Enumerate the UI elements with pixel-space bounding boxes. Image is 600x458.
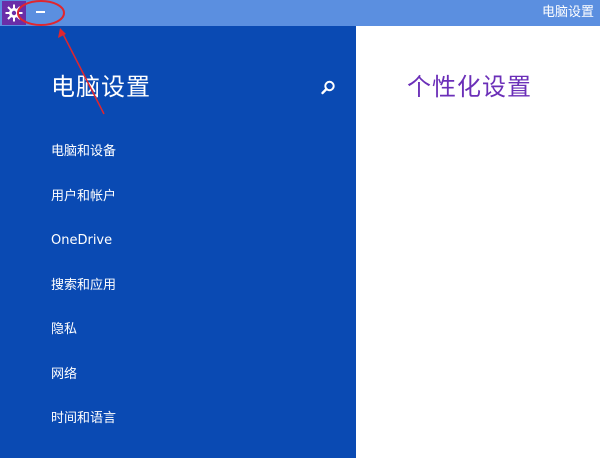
sidebar-item-accounts[interactable]: 用户和帐户	[51, 187, 116, 232]
gear-icon[interactable]	[2, 1, 26, 25]
minimize-icon	[35, 11, 45, 13]
sidebar-item-pc-devices[interactable]: 电脑和设备	[51, 142, 116, 187]
sidebar-item-privacy[interactable]: 隐私	[51, 320, 116, 365]
sidebar-item-network[interactable]: 网络	[51, 365, 116, 410]
sidebar: 电脑设置 电脑和设备 用户和帐户 OneDrive 搜索和应用 隐私 网络 时间…	[0, 26, 356, 458]
sidebar-title: 电脑设置	[51, 73, 151, 101]
minimize-button[interactable]	[31, 3, 49, 21]
search-icon[interactable]	[318, 78, 338, 98]
sidebar-item-search-apps[interactable]: 搜索和应用	[51, 276, 116, 321]
title-bar: 电脑设置	[0, 0, 600, 26]
window-title: 电脑设置	[541, 5, 594, 20]
page-title: 个性化设置	[407, 73, 532, 101]
sidebar-item-time-language[interactable]: 时间和语言	[51, 409, 116, 454]
settings-window: 电脑设置 电脑设置 电脑和设备 用户和帐户 OneDrive 搜索和应用 隐私 …	[0, 0, 600, 458]
sidebar-item-onedrive[interactable]: OneDrive	[51, 231, 116, 276]
sidebar-nav: 电脑和设备 用户和帐户 OneDrive 搜索和应用 隐私 网络 时间和语言	[51, 142, 116, 454]
